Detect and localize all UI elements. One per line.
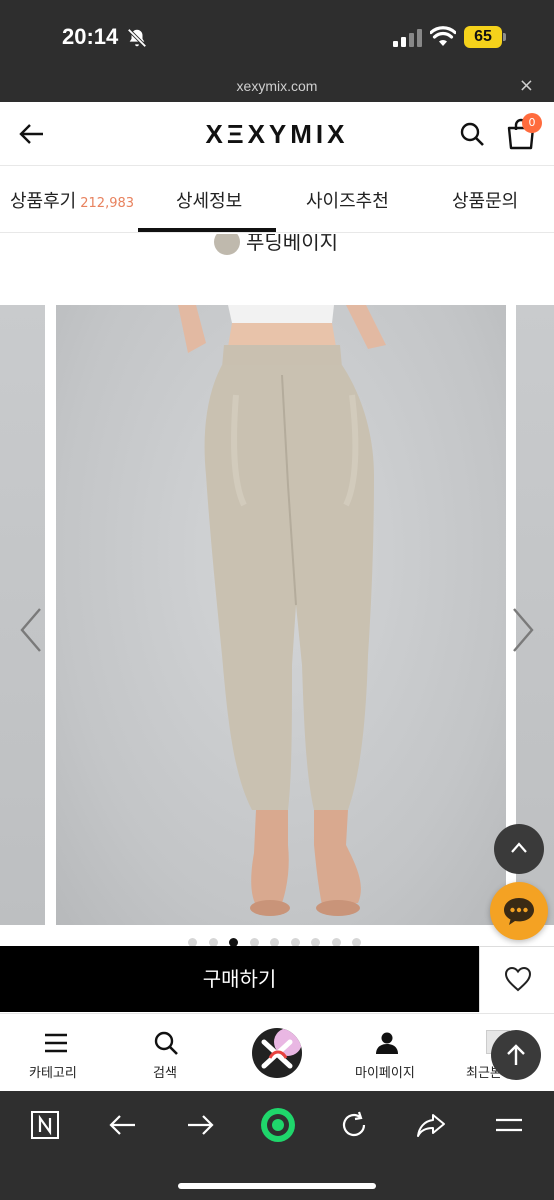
close-icon[interactable]: ×: [519, 75, 534, 96]
cart-badge: 0: [522, 113, 542, 133]
brand-logo-icon[interactable]: [252, 1028, 302, 1078]
nav-mypage-label: 마이페이지: [355, 1066, 415, 1081]
screen: 20:14 65 xexymix.com × XΞXYMIX 0 상품후기 21…: [0, 0, 554, 1200]
review-count: 212,983: [80, 196, 135, 211]
home-indicator: [178, 1183, 376, 1189]
menu-icon[interactable]: [493, 1109, 525, 1141]
bottom-nav: 카테고리 검색 마이페이지 최근본: [0, 1013, 554, 1091]
search-icon: [154, 1031, 178, 1055]
battery-icon: 65: [464, 26, 506, 48]
site-header: XΞXYMIX: [0, 102, 554, 166]
wishlist-button[interactable]: [479, 946, 554, 1012]
user-icon: [376, 1032, 398, 1054]
tab-review-label: 상품후기: [10, 191, 77, 212]
battery-level: 65: [464, 26, 502, 48]
chat-icon: [504, 898, 534, 925]
chevron-up-icon: [511, 842, 527, 853]
scroll-up-button[interactable]: [494, 824, 544, 874]
forward-icon[interactable]: [184, 1109, 216, 1141]
active-tab-indicator: [138, 228, 276, 232]
url-text[interactable]: xexymix.com: [0, 78, 554, 94]
home-icon[interactable]: [258, 1105, 298, 1145]
color-name: 푸딩베이지: [246, 234, 338, 254]
wifi-icon: [430, 26, 456, 46]
nav-mypage[interactable]: 마이페이지: [350, 1014, 424, 1092]
tab-detail[interactable]: 상세정보: [176, 187, 242, 213]
nav-search[interactable]: 검색: [140, 1014, 192, 1092]
color-row-clip: 푸딩베이지: [0, 234, 554, 264]
product-tabs: 상품후기 212,983 상세정보 사이즈추천 상품문의: [0, 167, 554, 233]
reload-icon[interactable]: [338, 1109, 370, 1141]
arrow-up-icon: [507, 1044, 525, 1065]
tab-review[interactable]: 상품후기 212,983: [10, 187, 134, 213]
nav-category-label: 카테고리: [29, 1066, 77, 1081]
naver-icon[interactable]: [29, 1109, 61, 1141]
color-swatch: [214, 234, 240, 255]
search-icon[interactable]: [459, 121, 485, 147]
menu-icon: [45, 1033, 67, 1053]
product-image[interactable]: [56, 305, 506, 925]
tab-size[interactable]: 사이즈추천: [306, 187, 389, 213]
scroll-top-button[interactable]: [491, 1030, 541, 1080]
heart-icon: [504, 966, 532, 992]
buy-button[interactable]: 구매하기: [0, 946, 479, 1012]
back-icon[interactable]: [107, 1109, 139, 1141]
status-bar: 20:14 65: [0, 0, 554, 72]
chat-button[interactable]: [490, 882, 548, 940]
nav-category[interactable]: 카테고리: [20, 1014, 92, 1092]
signal-icon: [393, 29, 422, 47]
nav-search-label: 검색: [153, 1066, 177, 1081]
purchase-bar: 구매하기: [0, 946, 554, 1012]
url-bar[interactable]: xexymix.com ×: [0, 72, 554, 102]
brand-emblem: [261, 1028, 302, 1069]
chevron-right-icon[interactable]: [510, 605, 536, 655]
chevron-left-icon[interactable]: [18, 605, 44, 655]
status-time: 20:14: [62, 24, 119, 49]
bell-slash-icon: [127, 28, 147, 48]
leggings-photo: [178, 305, 386, 916]
product-image-carousel[interactable]: [0, 305, 554, 925]
tab-qna[interactable]: 상품문의: [452, 187, 518, 213]
share-icon[interactable]: [415, 1109, 447, 1141]
